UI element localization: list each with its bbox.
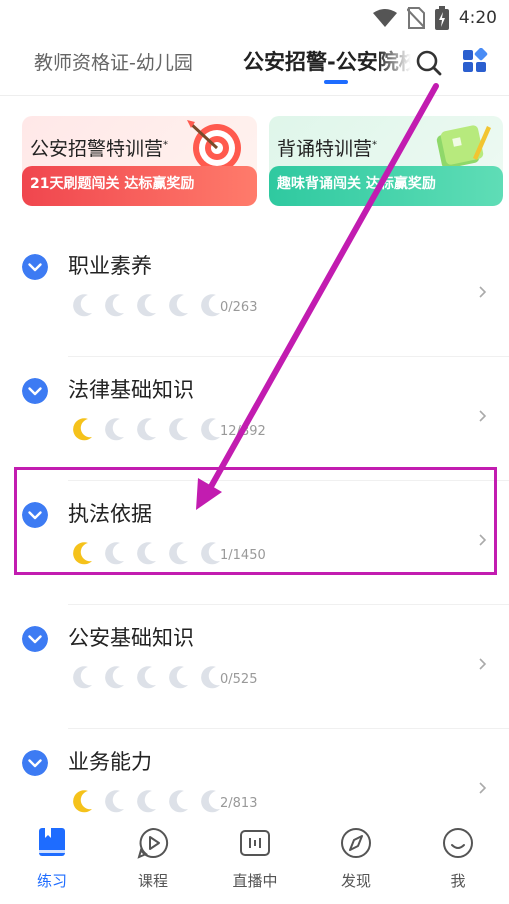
chapter-count: 2/813 <box>220 796 258 811</box>
promo-title: 公安招警特训营* <box>30 138 169 160</box>
status-time: 4:20 <box>458 8 497 28</box>
chapter-count: 0/525 <box>220 672 258 687</box>
chapter-title: 职业素养 <box>68 254 152 278</box>
expand-chevron-icon[interactable] <box>22 254 48 280</box>
progress-moons <box>68 292 224 318</box>
annotation-highlight-box <box>14 467 497 575</box>
moon-dim-icon <box>137 418 156 441</box>
moon-dim-icon <box>105 418 124 441</box>
status-bar: 4:20 <box>0 0 509 36</box>
grid-icon[interactable] <box>461 48 489 76</box>
chevron-right-icon <box>479 658 487 670</box>
chevron-right-icon <box>479 286 487 298</box>
compass-icon <box>341 828 371 858</box>
nav-me[interactable]: 我 <box>422 826 494 891</box>
moon-lit-icon <box>73 418 92 441</box>
battery-icon <box>434 6 449 30</box>
divider <box>68 356 509 357</box>
tab-teacher-cert[interactable]: 教师资格证-幼儿园 <box>34 48 193 75</box>
promo-title: 背诵特训营* <box>277 138 378 160</box>
search-icon[interactable] <box>414 48 444 78</box>
chapter-count: 12/892 <box>220 424 266 439</box>
nav-live[interactable]: 直播中 <box>219 826 291 891</box>
play-icon <box>137 827 169 859</box>
profile-icon <box>443 828 473 858</box>
promo-subtitle: 21天刷题闯关 达标赢奖励 <box>22 166 257 206</box>
promo-police-camp[interactable]: 公安招警特训营* 21天刷题闯关 达标赢奖励 <box>22 116 257 206</box>
chapter-title: 公安基础知识 <box>68 626 194 650</box>
chapter-count: 0/263 <box>220 300 258 315</box>
moon-dim-icon <box>105 294 124 317</box>
active-tab-indicator <box>324 80 348 84</box>
bottom-navigation: 练习 课程 直播中 发现 我 <box>0 818 509 904</box>
chapter-title: 业务能力 <box>68 750 152 774</box>
moon-dim-icon <box>73 294 92 317</box>
progress-moons <box>68 664 224 690</box>
moon-dim-icon <box>137 790 156 813</box>
divider <box>68 728 509 729</box>
moon-dim-icon <box>169 790 188 813</box>
live-icon <box>240 830 270 856</box>
promo-subtitle: 趣味背诵闯关 达标赢奖励 <box>269 166 503 206</box>
nav-discover[interactable]: 发现 <box>320 826 392 891</box>
moon-lit-icon <box>73 790 92 813</box>
chevron-right-icon <box>479 410 487 422</box>
moon-dim-icon <box>169 294 188 317</box>
wifi-icon <box>372 9 397 27</box>
chapter-row[interactable]: 职业素养 0/263 <box>0 246 509 370</box>
moon-dim-icon <box>105 666 124 689</box>
chevron-right-icon <box>479 782 487 794</box>
moon-dim-icon <box>137 666 156 689</box>
progress-moons <box>68 788 224 814</box>
status-icons: 4:20 <box>372 6 497 30</box>
promo-recite-camp[interactable]: 背诵特训营* 趣味背诵闯关 达标赢奖励 <box>269 116 503 206</box>
progress-moons <box>68 416 224 442</box>
nav-practice[interactable]: 练习 <box>16 826 88 891</box>
no-sim-icon <box>406 7 425 29</box>
chapter-title: 法律基础知识 <box>68 378 194 402</box>
moon-dim-icon <box>169 666 188 689</box>
expand-chevron-icon[interactable] <box>22 626 48 652</box>
practice-icon <box>39 828 65 856</box>
moon-dim-icon <box>105 790 124 813</box>
chapter-row[interactable]: 公安基础知识 0/525 <box>0 618 509 742</box>
divider <box>68 604 509 605</box>
expand-chevron-icon[interactable] <box>22 378 48 404</box>
nav-course[interactable]: 课程 <box>117 826 189 891</box>
header-tabs: 教师资格证-幼儿园 公安招警-公安院校 <box>0 36 509 96</box>
expand-chevron-icon[interactable] <box>22 750 48 776</box>
moon-dim-icon <box>137 294 156 317</box>
moon-dim-icon <box>169 418 188 441</box>
tab-police-recruit[interactable]: 公安招警-公安院校 <box>243 46 411 76</box>
moon-dim-icon <box>73 666 92 689</box>
